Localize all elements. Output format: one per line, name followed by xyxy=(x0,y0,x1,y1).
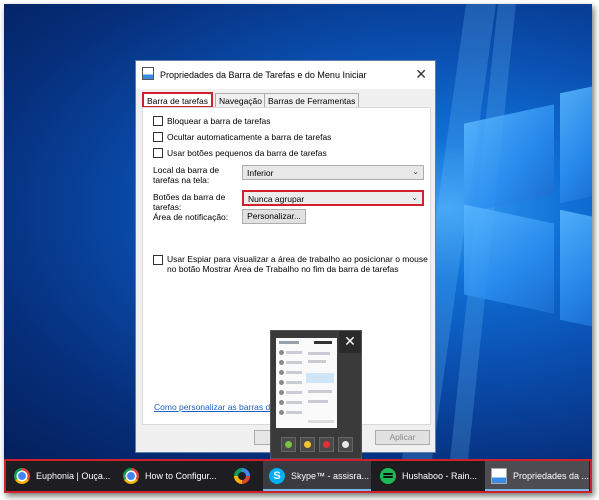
lock-taskbar-label: Bloquear a barra de tarefas xyxy=(167,116,271,126)
peek-row[interactable]: Usar Espiar para visualizar a área de tr… xyxy=(153,254,428,278)
peek-label-line2: no botão Mostrar Área de Trabalho no fim… xyxy=(167,264,399,274)
thumb-status-offline-button[interactable] xyxy=(338,437,353,452)
properties-icon xyxy=(142,67,154,80)
dialog-titlebar: Propriedades da Barra de Tarefas e do Me… xyxy=(136,61,435,89)
chrome-icon xyxy=(123,468,139,484)
help-link[interactable]: Como personalizar as barras de t xyxy=(154,402,280,412)
taskbar-item-label: Euphonia | Ouça... xyxy=(36,471,111,481)
lock-taskbar-checkbox[interactable] xyxy=(153,116,163,126)
lock-taskbar-row[interactable]: Bloquear a barra de tarefas xyxy=(153,115,270,127)
taskbar-item-label: Skype™ - assisra... xyxy=(291,471,370,481)
tab-navigation[interactable]: Navegação xyxy=(215,93,267,107)
skype-icon: S xyxy=(269,468,285,484)
autohide-label: Ocultar automaticamente a barra de taref… xyxy=(167,132,332,142)
close-icon[interactable]: ✕ xyxy=(339,331,361,353)
chevron-down-icon: ⌄ xyxy=(412,167,419,176)
tab-toolbars[interactable]: Barras de Ferramentas xyxy=(264,93,360,107)
skype-thumbnail-preview[interactable]: ✕ xyxy=(270,330,362,459)
small-buttons-checkbox[interactable] xyxy=(153,148,163,158)
peek-label: Usar Espiar para visualizar a área de tr… xyxy=(167,254,428,274)
buttons-group-label: Botões da barra de tarefas: xyxy=(153,192,225,212)
active-indicator xyxy=(485,489,589,491)
taskbar: Euphonia | Ouça... How to Configur... S … xyxy=(4,459,592,493)
small-buttons-label: Usar botões pequenos da barra de tarefas xyxy=(167,148,327,158)
taskbar-item-euphonia[interactable]: Euphonia | Ouça... xyxy=(8,461,116,491)
customize-button[interactable]: Personalizar... xyxy=(242,209,306,224)
spotify-icon xyxy=(380,468,396,484)
dialog-title: Propriedades da Barra de Tarefas e do Me… xyxy=(160,70,367,80)
peek-checkbox[interactable] xyxy=(153,255,163,265)
buttons-group-value: Nunca agrupar xyxy=(248,194,305,204)
location-label-line1: Local da barra de xyxy=(153,165,220,175)
location-select[interactable]: Inferior ⌄ xyxy=(242,165,424,180)
buttons-group-label-line1: Botões da barra de xyxy=(153,192,226,202)
chrome-icon xyxy=(14,468,30,484)
notification-label: Área de notificação: xyxy=(153,212,229,222)
taskbar-item-skype[interactable]: S Skype™ - assisra... xyxy=(263,461,371,491)
thumb-status-online-button[interactable] xyxy=(281,437,296,452)
taskbar-item-label: Hushaboo - Rain... xyxy=(402,471,478,481)
skype-window-thumbnail xyxy=(276,338,337,428)
chevron-down-icon: ⌄ xyxy=(411,193,418,202)
location-value: Inferior xyxy=(247,168,274,178)
taskbar-item-spotify[interactable]: Hushaboo - Rain... xyxy=(374,461,482,491)
peek-label-line1: Usar Espiar para visualizar a área de tr… xyxy=(167,254,428,264)
buttons-group-label-line2: tarefas: xyxy=(153,202,182,212)
taskbar-item-browser[interactable] xyxy=(228,461,260,491)
autohide-row[interactable]: Ocultar automaticamente a barra de taref… xyxy=(153,131,331,143)
thumb-status-busy-button[interactable] xyxy=(319,437,334,452)
active-indicator xyxy=(263,489,371,491)
tab-taskbar[interactable]: Barra de tarefas xyxy=(142,92,213,108)
browser-icon xyxy=(234,468,250,484)
buttons-group-select[interactable]: Nunca agrupar ⌄ xyxy=(242,190,424,206)
location-label: Local da barra de tarefas na tela: xyxy=(153,165,219,185)
taskbar-item-properties[interactable]: Propriedades da ... xyxy=(485,461,589,491)
autohide-checkbox[interactable] xyxy=(153,132,163,142)
screenshot-frame: Propriedades da Barra de Tarefas e do Me… xyxy=(4,4,592,493)
taskbar-item-howto[interactable]: How to Configur... xyxy=(117,461,227,491)
taskbar-item-label: How to Configur... xyxy=(145,471,217,481)
apply-button[interactable]: Aplicar xyxy=(375,430,430,445)
taskbar-item-label: Propriedades da ... xyxy=(513,471,589,481)
thumb-status-away-button[interactable] xyxy=(300,437,315,452)
close-icon[interactable]: ✕ xyxy=(415,66,427,83)
location-label-line2: tarefas na tela: xyxy=(153,175,210,185)
properties-icon xyxy=(491,468,507,484)
small-buttons-row[interactable]: Usar botões pequenos da barra de tarefas xyxy=(153,147,327,159)
